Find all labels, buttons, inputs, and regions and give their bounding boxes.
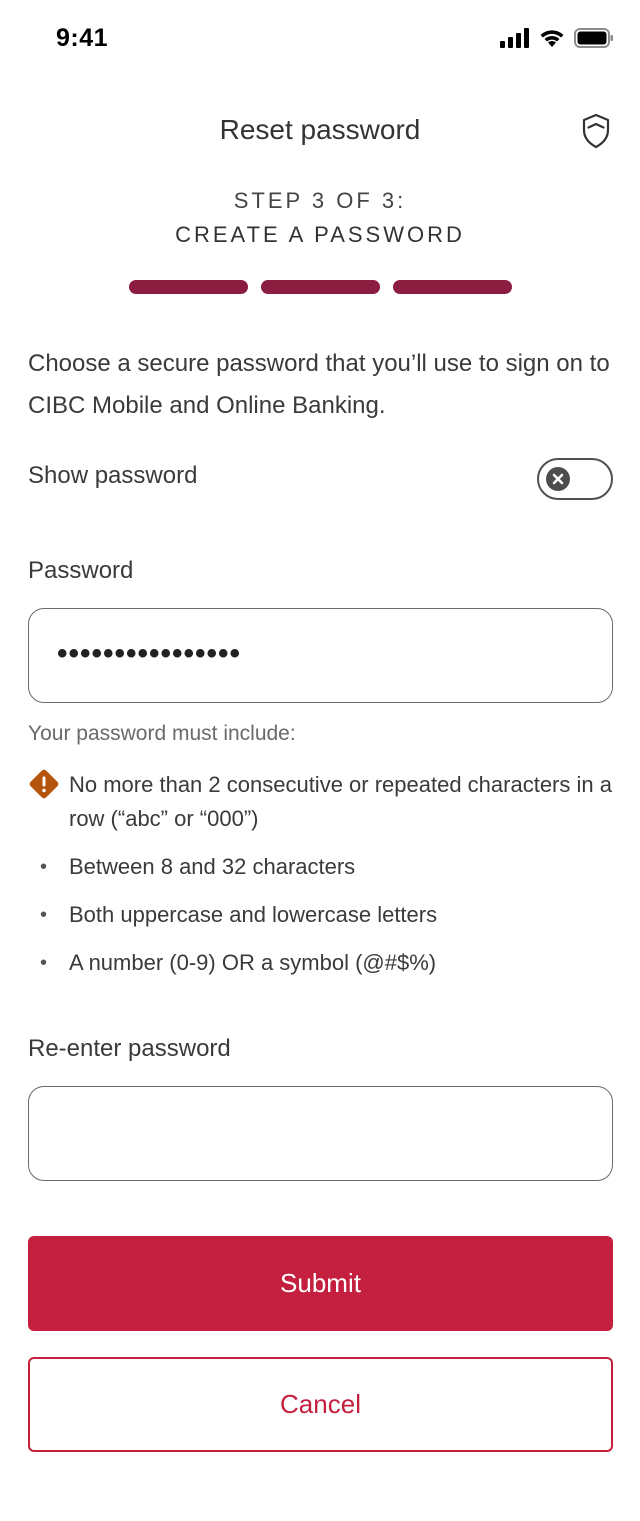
intro-text: Choose a secure password that you’ll use… [28,350,610,419]
close-icon [552,473,564,485]
requirement-text: Both uppercase and lowercase letters [69,902,438,927]
shield-icon[interactable] [581,113,611,149]
progress-segment-2 [261,280,380,294]
requirement-text: Between 8 and 32 characters [69,854,356,879]
reenter-password-input[interactable] [28,1086,613,1181]
show-password-label: Show password [28,462,198,489]
step-progress [129,280,512,294]
password-label: Password [28,557,134,584]
page-title: Reset password [219,114,421,145]
requirement-text: No more than 2 consecutive or repeated c… [69,772,612,831]
toggle-knob [546,467,570,491]
requirements-heading: Your password must include: [28,722,296,745]
cancel-button[interactable]: Cancel [28,1357,613,1452]
step-title: CREATE A PASSWORD [175,222,465,247]
submit-button[interactable]: Submit [28,1236,613,1331]
bullet: • [40,952,48,974]
status-icons [500,28,614,53]
show-password-toggle[interactable] [537,458,613,500]
status-time: 9:41 [56,24,109,52]
reenter-password-label: Re-enter password [28,1035,231,1062]
status-bar: 9:41 [0,0,640,80]
cellular-signal-icon [500,28,530,53]
requirement-item: • A number (0-9) OR a symbol (@#$%) [28,946,618,980]
bullet: • [40,904,48,926]
password-masked-value: •••••••••••••••• [57,637,242,670]
wifi-icon [538,28,566,53]
requirement-item: No more than 2 consecutive or repeated c… [28,768,618,836]
requirement-item: • Between 8 and 32 characters [28,850,618,884]
requirement-text: A number (0-9) OR a symbol (@#$%) [69,950,437,975]
requirement-item: • Both uppercase and lowercase letters [28,898,618,932]
show-password-row: Show password [28,458,613,500]
warning-icon [28,768,60,800]
progress-segment-1 [129,280,248,294]
battery-icon [574,28,614,53]
progress-segment-3 [393,280,512,294]
password-input[interactable]: •••••••••••••••• [28,608,613,703]
requirements-list: No more than 2 consecutive or repeated c… [28,768,618,994]
reset-password-screen: 9:41 Reset password STEP 3 OF 3: CREATE … [0,0,640,1521]
bullet: • [40,856,48,878]
step-label: STEP 3 OF 3: [233,188,407,213]
